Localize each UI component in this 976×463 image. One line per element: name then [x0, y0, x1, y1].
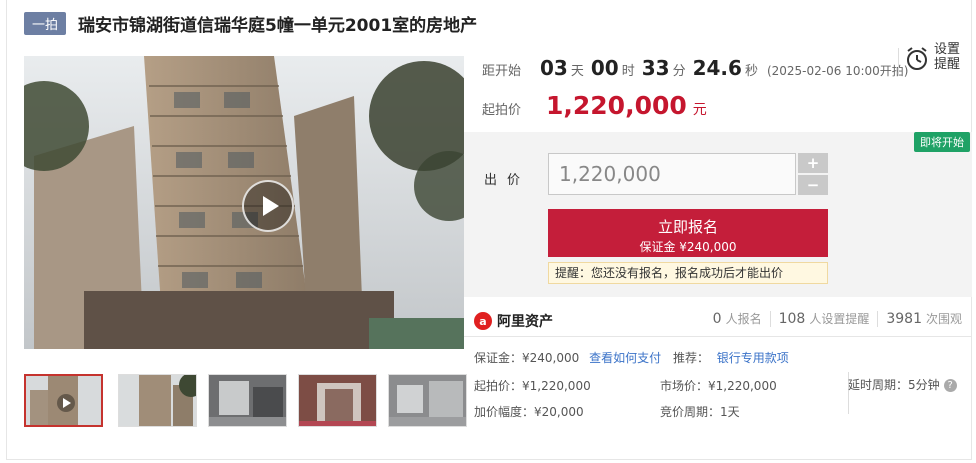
start-price-label: 起拍价 — [482, 103, 522, 118]
how-to-pay-link[interactable]: 查看如何支付 — [589, 351, 661, 365]
thumbnail-3[interactable] — [208, 374, 287, 427]
countdown-minutes-unit: 分 — [672, 64, 686, 79]
play-video-button[interactable] — [242, 180, 294, 232]
countdown-seconds: 24.6 — [692, 56, 742, 80]
deposit-amount: 保证金：¥240,000 — [474, 351, 580, 365]
bid-amount-input[interactable]: 1,220,000 — [548, 153, 796, 195]
countdown-seconds-unit: 秒 — [744, 64, 758, 79]
deposit-detail: 保证金：¥240,000 查看如何支付 推荐： 银行专用款项 — [474, 349, 789, 366]
stats-divider — [464, 336, 972, 337]
start-price: 起拍价 1,220,000 元 — [482, 91, 707, 120]
reminder-divider — [898, 48, 899, 76]
market-price-detail: 市场价：¥1,220,000 — [660, 379, 777, 393]
start-price-value: 1,220,000 — [546, 91, 687, 120]
countdown-days-unit: 天 — [570, 64, 584, 79]
stat-divider — [877, 310, 879, 327]
brand-row: a 阿里资产 0 人报名 108 人设置提醒 3981 次围观 — [474, 308, 972, 334]
bid-area: 即将开始 出价 1,220,000 + − 立即报名 保证金 ¥240,000 … — [464, 132, 972, 297]
title-row: 一拍 瑞安市锦湖街道信瑞华庭5幢一单元2001室的房地产 — [24, 11, 478, 36]
countdown-minutes: 33 — [641, 56, 670, 80]
increment-detail: 加价幅度：¥20,000 — [474, 405, 584, 419]
delay-period-text: 延时周期：5分钟 — [848, 378, 940, 392]
brand-name: 阿里资产 — [497, 314, 553, 330]
auction-start-time: (2025-02-06 10:00开拍) — [766, 64, 909, 78]
signup-button[interactable]: 立即报名 保证金 ¥240,000 — [548, 209, 828, 257]
stat-divider — [769, 310, 771, 327]
set-reminder-label: 设置提醒 — [934, 42, 961, 72]
auction-round-badge: 一拍 — [24, 11, 67, 35]
thumbnail-2[interactable] — [118, 374, 197, 427]
countdown-hours-unit: 时 — [621, 64, 635, 79]
bid-stepper: + − — [798, 153, 828, 195]
thumbnail-4[interactable] — [298, 374, 377, 427]
countdown: 距开始 03 天 00 时 33 分 24.6 秒 (2025-02-06 10… — [482, 56, 908, 80]
play-icon — [262, 196, 279, 216]
signup-button-label: 立即报名 — [657, 218, 718, 236]
view-count: 3981 — [886, 311, 922, 327]
main-property-image[interactable] — [24, 56, 464, 349]
auction-stats: 0 人报名 108 人设置提醒 3981 次围观 — [713, 310, 962, 327]
start-price-detail: 起拍价：¥1,220,000 — [474, 379, 591, 393]
countdown-hours: 00 — [590, 56, 619, 80]
recommend-label: 推荐： — [672, 351, 709, 365]
ali-assets-logo-icon: a — [474, 312, 492, 330]
deposit-note: 保证金 ¥240,000 — [639, 240, 737, 254]
reminder-count: 108 — [778, 311, 806, 327]
delay-period-detail: 延时周期：5分钟? — [848, 376, 957, 393]
status-badge: 即将开始 — [914, 132, 970, 152]
help-icon[interactable]: ? — [943, 379, 957, 392]
alarm-clock-icon — [907, 47, 927, 70]
thumbnail-1[interactable] — [24, 374, 103, 427]
increase-bid-button[interactable]: + — [798, 153, 828, 173]
signup-notice: 提醒：您还没有报名，报名成功后才能出价 — [548, 262, 828, 284]
bid-period-detail: 竞价周期：1天 — [660, 405, 740, 419]
signup-count: 0 — [712, 311, 722, 327]
bank-payment-link[interactable]: 银行专用款项 — [717, 351, 789, 365]
view-count-label: 次围观 — [925, 312, 962, 326]
countdown-label: 距开始 — [482, 64, 522, 79]
countdown-days: 03 — [540, 56, 568, 80]
bid-label: 出价 — [484, 173, 531, 188]
reminder-count-label: 人设置提醒 — [809, 312, 870, 326]
thumbnail-5[interactable] — [388, 374, 467, 427]
start-price-unit: 元 — [692, 102, 707, 118]
set-reminder-button[interactable]: 设置提醒 — [898, 42, 962, 76]
signup-count-label: 人报名 — [725, 312, 762, 326]
page-title: 瑞安市锦湖街道信瑞华庭5幢一单元2001室的房地产 — [78, 15, 478, 36]
decrease-bid-button[interactable]: − — [798, 175, 828, 195]
